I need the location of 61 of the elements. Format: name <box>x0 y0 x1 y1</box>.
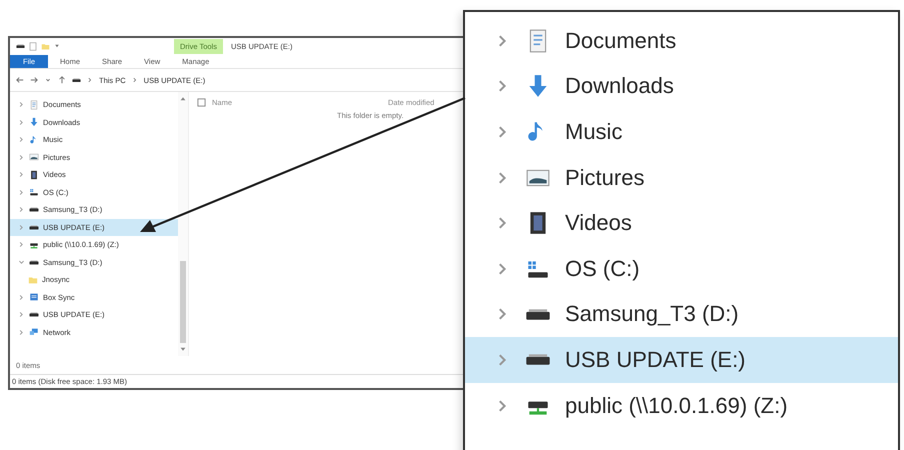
nav-tree-item[interactable]: Documents <box>465 18 898 64</box>
chevron-right-icon[interactable] <box>18 154 25 161</box>
nav-tree-item[interactable]: OS (C:) <box>465 246 898 292</box>
nav-item-label: Pictures <box>565 164 644 191</box>
chevron-right-icon[interactable] <box>18 101 25 108</box>
drive-icon <box>525 353 551 366</box>
folder-icon <box>28 274 38 285</box>
chevron-right-icon[interactable] <box>18 241 25 248</box>
chevron-right-icon[interactable] <box>18 188 25 196</box>
film-icon <box>29 170 39 180</box>
chevron-down-icon[interactable] <box>18 258 25 266</box>
nav-tree-item[interactable]: public (\\10.0.1.69) (Z:) <box>465 382 898 428</box>
scroll-up-icon[interactable] <box>180 96 186 101</box>
drive-icon <box>29 187 39 198</box>
drive-icon <box>72 78 81 82</box>
image-icon <box>29 152 39 162</box>
nav-tree-item[interactable]: Samsung_T3 (D:) <box>465 292 898 338</box>
sync-folder-icon <box>29 292 39 302</box>
nav-tree-item[interactable]: Downloads <box>465 64 898 110</box>
forward-arrow-icon[interactable] <box>30 76 38 84</box>
folder-icon <box>41 42 50 50</box>
chevron-right-icon[interactable] <box>18 118 25 126</box>
chevron-right-icon[interactable] <box>132 77 138 83</box>
checkbox-icon[interactable] <box>197 98 206 107</box>
caret-icon[interactable] <box>44 76 52 84</box>
nav-tree-item[interactable]: Pictures <box>465 154 898 200</box>
drive-icon <box>29 207 39 212</box>
nav-item-label: Videos <box>565 210 632 236</box>
nav-item-label: OS (C:) <box>565 256 640 282</box>
chevron-right-icon[interactable] <box>18 206 25 214</box>
nav-item-label: Samsung_T3 (D:) <box>565 301 739 328</box>
back-arrow-icon[interactable] <box>16 76 24 84</box>
document-icon <box>29 100 39 110</box>
nav-item-label: Downloads <box>565 73 674 100</box>
nav-tree-item[interactable]: Videos <box>465 200 898 246</box>
scroll-down-icon[interactable] <box>180 347 186 352</box>
nav-item-label: Documents <box>565 28 676 54</box>
chevron-right-icon[interactable] <box>18 311 25 318</box>
chevron-right-icon[interactable] <box>18 294 25 301</box>
nav-item-label: Music <box>565 118 622 145</box>
scrollbar[interactable] <box>178 92 188 356</box>
nav-item-label: USB UPDATE (E:) <box>565 346 746 373</box>
down-arrow-icon <box>29 117 39 128</box>
network-icon <box>29 327 39 338</box>
drive-icon <box>525 308 551 321</box>
page-icon[interactable] <box>29 42 37 50</box>
up-arrow-icon[interactable] <box>58 76 66 84</box>
chevron-right-icon[interactable] <box>87 77 93 83</box>
nav-item-label: public (\\10.0.1.69) (Z:) <box>565 392 788 419</box>
drive-icon <box>29 260 39 265</box>
caret-icon[interactable] <box>54 43 60 49</box>
scroll-thumb[interactable] <box>180 261 186 343</box>
chevron-right-icon[interactable] <box>18 171 25 178</box>
chevron-right-icon[interactable] <box>18 328 25 336</box>
nav-tree-item[interactable]: USB UPDATE (E:) <box>465 337 898 383</box>
chevron-right-icon[interactable] <box>18 136 25 144</box>
chevron-right-icon[interactable] <box>18 224 25 231</box>
nav-tree-item[interactable]: Music <box>465 109 898 155</box>
drive-icon <box>29 224 39 230</box>
drive-icon <box>16 44 25 48</box>
drive-icon <box>29 312 39 318</box>
